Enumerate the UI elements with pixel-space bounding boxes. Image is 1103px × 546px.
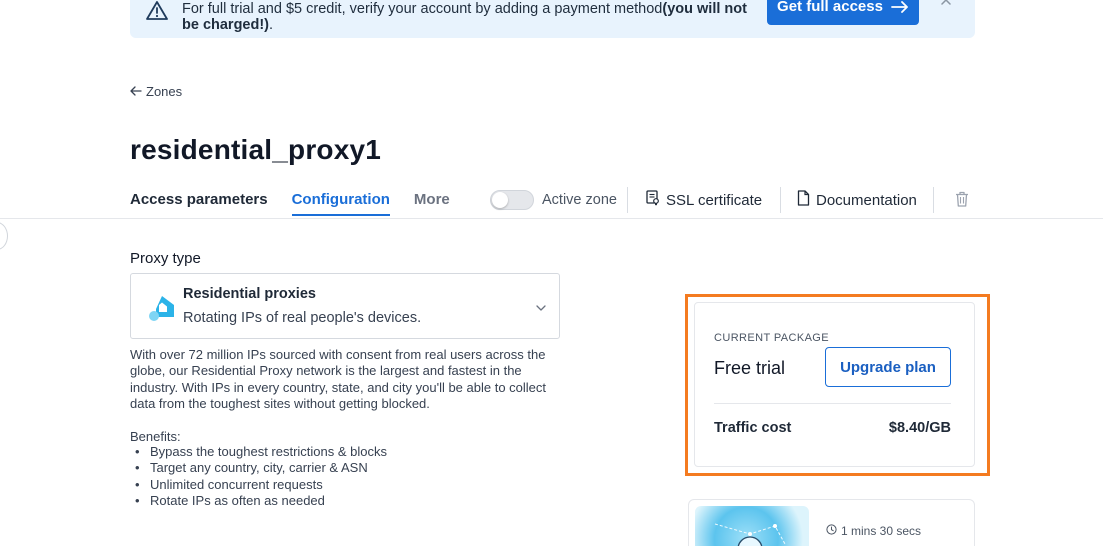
traffic-cost-label: Traffic cost [714, 420, 792, 436]
breadcrumb-zones-link[interactable]: Zones [146, 84, 182, 99]
active-zone-toggle-group: Active zone [490, 190, 617, 210]
chevron-down-icon [535, 299, 547, 317]
divider [780, 187, 781, 213]
residential-house-icon [148, 293, 176, 323]
banner-text: For full trial and $5 credit, verify you… [182, 1, 663, 17]
verification-banner: For full trial and $5 credit, verify you… [130, 0, 975, 38]
proxy-type-label: Proxy type [130, 250, 201, 267]
get-full-access-button[interactable]: Get full access [767, 0, 919, 25]
proxy-description: With over 72 million IPs sourced with co… [130, 347, 547, 411]
video-duration-text: 1 mins 30 secs [841, 524, 922, 538]
documentation-link[interactable]: Documentation [797, 190, 917, 210]
divider [933, 187, 934, 213]
sidebar-collapse-handle[interactable] [0, 222, 8, 250]
banner-text-end: . [269, 17, 274, 33]
toggle-knob [492, 192, 508, 208]
tab-configuration[interactable]: Configuration [291, 190, 390, 216]
trash-icon[interactable] [955, 191, 969, 212]
video-duration: 1 mins 30 secs [826, 524, 921, 538]
tab-more[interactable]: More [414, 190, 450, 216]
document-icon [797, 190, 810, 210]
upgrade-plan-button[interactable]: Upgrade plan [825, 347, 951, 387]
close-icon[interactable] [938, 0, 954, 10]
zone-tabs: Access parameters Configuration More [130, 190, 474, 216]
proxy-type-name: Residential proxies [183, 286, 316, 302]
benefits-title: Benefits: [130, 429, 181, 444]
video-thumbnail [695, 506, 809, 546]
active-zone-label: Active zone [542, 192, 617, 208]
proxy-type-select[interactable]: Residential proxies Rotating IPs of real… [130, 273, 560, 339]
get-full-access-label: Get full access [777, 0, 883, 15]
list-item: Target any country, city, carrier & ASN [130, 460, 387, 477]
list-item: Bypass the toughest restrictions & block… [130, 444, 387, 461]
ssl-certificate-link[interactable]: SSL certificate [646, 190, 762, 210]
active-zone-toggle[interactable] [490, 190, 534, 210]
current-package-label: CURRENT PACKAGE [714, 332, 830, 344]
ssl-certificate-label: SSL certificate [666, 191, 763, 209]
package-divider [714, 403, 951, 404]
current-package-card: CURRENT PACKAGE Free trial Upgrade plan … [694, 302, 975, 467]
getting-started-video-card[interactable]: 1 mins 30 secs [688, 499, 975, 546]
breadcrumb[interactable]: Zones [130, 84, 182, 99]
traffic-cost-value: $8.40/GB [888, 420, 951, 436]
header-divider [0, 218, 1103, 219]
list-item: Rotate IPs as often as needed [130, 493, 387, 510]
page: For full trial and $5 credit, verify you… [0, 0, 1103, 546]
clock-icon [826, 524, 837, 538]
warning-icon [146, 0, 168, 22]
documentation-label: Documentation [816, 191, 917, 209]
tab-access-parameters[interactable]: Access parameters [130, 190, 268, 216]
certificate-icon [646, 190, 660, 210]
list-item: Unlimited concurrent requests [130, 477, 387, 494]
package-name: Free trial [714, 358, 786, 378]
divider [627, 187, 628, 213]
benefits-list: Bypass the toughest restrictions & block… [130, 444, 387, 509]
proxy-type-description: Rotating IPs of real people's devices. [183, 310, 422, 326]
arrow-right-icon [891, 0, 909, 13]
page-title: residential_proxy1 [130, 134, 382, 165]
arrow-left-icon [130, 84, 142, 99]
banner-message: For full trial and $5 credit, verify you… [182, 1, 752, 33]
